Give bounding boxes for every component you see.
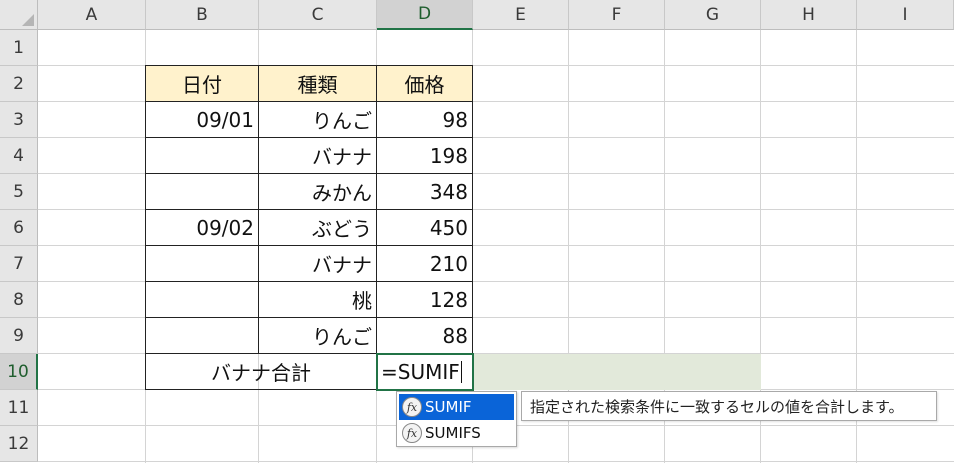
autocomplete-item-sumifs[interactable]: fx SUMIFS [399,420,514,446]
table-cell[interactable] [145,245,259,282]
select-all-triangle-icon [22,14,34,26]
column-header-a[interactable]: A [38,0,146,30]
row-header-12[interactable]: 12 [0,426,38,462]
table-cell[interactable]: 198 [376,137,473,174]
function-icon: fx [402,423,422,443]
table-cell[interactable]: バナナ [258,245,377,282]
row-header-5[interactable]: 5 [0,174,38,210]
row-header-8[interactable]: 8 [0,282,38,318]
row-header-2[interactable]: 2 [0,66,38,102]
table-cell[interactable]: 128 [376,281,473,318]
table-cell[interactable]: ぶどう [258,209,377,246]
row-header-3[interactable]: 3 [0,102,38,138]
table-cell[interactable]: バナナ [258,137,377,174]
table-cell[interactable]: 桃 [258,281,377,318]
function-tooltip: 指定された検索条件に一致するセルの値を合計します。 [521,391,937,421]
table-header-cell[interactable]: 日付 [145,65,259,102]
autocomplete-list[interactable]: fx SUMIF fx SUMIFS [396,391,517,447]
column-header-i[interactable]: I [857,0,954,30]
column-header-c[interactable]: C [259,0,377,30]
table-cell[interactable]: 09/02 [145,209,259,246]
spreadsheet-grid[interactable]: ABCDEFGHI 1 2 3 4 5 6 7 8 9 10 11 12 日付 種類 価格 09/01 りんご… [0,0,954,463]
row-header-4[interactable]: 4 [0,138,38,174]
gridline-horizontal [38,461,954,462]
column-header-b[interactable]: B [146,0,259,30]
row-header-1[interactable]: 1 [0,30,38,66]
row-header-10[interactable]: 10 [0,354,38,390]
table-cell[interactable]: りんご [258,101,377,138]
table-cell[interactable] [145,317,259,354]
row-header-6[interactable]: 6 [0,210,38,246]
column-header-g[interactable]: G [665,0,761,30]
table-cell[interactable]: 98 [376,101,473,138]
autocomplete-item-sumif[interactable]: fx SUMIF [399,394,514,420]
column-header-f[interactable]: F [569,0,665,30]
table-header-cell[interactable]: 種類 [258,65,377,102]
total-label-cell[interactable]: バナナ合計 [145,353,377,390]
autocomplete-item-label: SUMIF [425,398,472,416]
row-header-7[interactable]: 7 [0,246,38,282]
active-cell-d10[interactable]: =SUMIF [376,353,474,391]
table-cell[interactable]: 88 [376,317,473,354]
column-header-h[interactable]: H [761,0,857,30]
row-header-11[interactable]: 11 [0,390,38,426]
table-cell[interactable]: りんご [258,317,377,354]
table-cell[interactable]: みかん [258,173,377,210]
table-cell[interactable]: 348 [376,173,473,210]
table-cell[interactable]: 450 [376,209,473,246]
column-header-e[interactable]: E [473,0,569,30]
table-header-cell[interactable]: 価格 [376,65,473,102]
column-header-d[interactable]: D [377,0,473,30]
formula-text: =SUMIF [381,360,460,384]
function-icon: fx [402,397,422,417]
table-cell[interactable] [145,173,259,210]
table-cell[interactable]: 210 [376,245,473,282]
table-cell[interactable] [145,137,259,174]
select-all-corner[interactable] [0,0,38,30]
table-cell[interactable] [145,281,259,318]
row-header-9[interactable]: 9 [0,318,38,354]
autocomplete-item-label: SUMIFS [425,424,481,442]
text-caret [460,361,462,383]
table-cell[interactable]: 09/01 [145,101,259,138]
